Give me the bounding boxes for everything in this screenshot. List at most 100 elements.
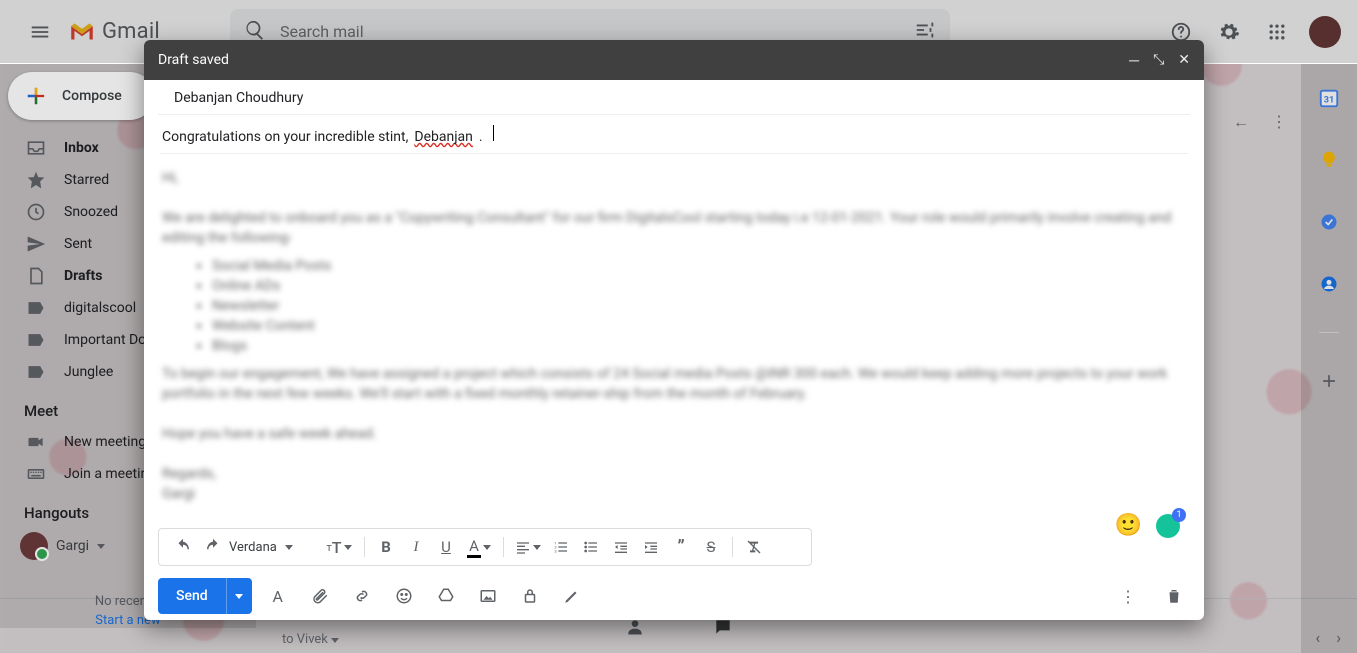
compose-body-blurred-content: Hi, We are delighted to onboard you as a…: [162, 168, 1186, 504]
calendar-addon[interactable]: 31: [1309, 78, 1349, 118]
contacts-addon[interactable]: [1309, 264, 1349, 304]
compose-dialog-title: Draft saved: [158, 52, 229, 68]
send-icon: [26, 234, 46, 254]
bulleted-list-button[interactable]: [577, 533, 605, 561]
sidebar-item-label: Sent: [64, 236, 92, 252]
strikethrough-button[interactable]: S: [697, 533, 725, 561]
account-avatar[interactable]: [1309, 16, 1341, 48]
close-button[interactable]: ✕: [1178, 52, 1190, 69]
redo-button[interactable]: [199, 533, 227, 561]
keep-addon[interactable]: [1309, 140, 1349, 180]
search-input[interactable]: [280, 22, 914, 41]
strikethrough-icon: S: [707, 538, 716, 556]
formatting-toolbar: Verdana тT B I U A 123 ” S: [158, 528, 812, 566]
subject-text-suffix: .: [479, 129, 483, 145]
numbered-list-icon: 123: [553, 539, 569, 555]
undo-icon: [174, 538, 192, 556]
inbox-icon: [26, 138, 46, 158]
grammarly-button[interactable]: [1156, 514, 1180, 538]
indent-more-button[interactable]: [637, 533, 665, 561]
insert-emoji-toolbar-button[interactable]: [388, 580, 420, 612]
remove-format-icon: [746, 539, 762, 555]
label-icon: [26, 298, 46, 318]
main-menu-button[interactable]: [16, 8, 64, 56]
label-icon: [26, 330, 46, 350]
keep-icon: [1319, 150, 1339, 170]
text-color-icon: A: [467, 537, 481, 558]
clock-icon: [26, 202, 46, 222]
font-family-select[interactable]: Verdana: [229, 540, 319, 555]
align-icon: [515, 539, 531, 555]
indent-less-button[interactable]: [607, 533, 635, 561]
insert-emoji-button[interactable]: 🙂: [1115, 513, 1142, 538]
quote-button[interactable]: ”: [667, 533, 695, 561]
google-apps-button[interactable]: [1257, 12, 1297, 52]
numbered-list-button[interactable]: 123: [547, 533, 575, 561]
get-addons-button[interactable]: [1309, 361, 1349, 401]
compose-plus-icon: [22, 82, 50, 110]
sidebar-item-label: digitalscool: [64, 300, 136, 316]
lock-clock-icon: [521, 587, 539, 605]
toggle-formatting-button[interactable]: A: [262, 580, 294, 612]
font-size-button[interactable]: тT: [321, 533, 357, 561]
settings-button[interactable]: [1209, 12, 1249, 52]
file-icon: [26, 266, 46, 286]
attach-file-button[interactable]: [304, 580, 336, 612]
background-recipient-line: to Vivek: [282, 632, 339, 647]
hangouts-user-name: Gargi: [56, 538, 89, 554]
svg-text:31: 31: [1324, 96, 1335, 106]
compose-dialog-header[interactable]: Draft saved ─ ⤡ ✕: [144, 40, 1204, 80]
compose-more-options-button[interactable]: ⋮: [1112, 580, 1144, 612]
sidebar-item-label: Important Do…: [64, 332, 156, 348]
insert-drive-button[interactable]: [430, 580, 462, 612]
indent-more-icon: [643, 539, 659, 555]
send-button[interactable]: Send: [158, 578, 226, 614]
calendar-icon: 31: [1318, 87, 1340, 109]
italic-button[interactable]: I: [402, 533, 430, 561]
compose-button[interactable]: Compose: [8, 72, 154, 120]
bold-button[interactable]: B: [372, 533, 400, 561]
align-button[interactable]: [511, 533, 545, 561]
label-icon: [26, 362, 46, 382]
trash-icon: [1165, 587, 1183, 605]
link-icon: [353, 587, 371, 605]
remove-formatting-button[interactable]: [740, 533, 768, 561]
undo-button[interactable]: [169, 533, 197, 561]
compose-to-field[interactable]: Debanjan Choudhury: [158, 80, 1190, 115]
insert-signature-button[interactable]: [556, 580, 588, 612]
send-options-button[interactable]: [226, 578, 252, 614]
sidebar-item-label: Drafts: [64, 268, 102, 284]
underline-button[interactable]: U: [432, 533, 460, 561]
compose-body[interactable]: Hi, We are delighted to onboard you as a…: [144, 154, 1204, 528]
compose-label: Compose: [62, 88, 122, 104]
compose-subject-field[interactable]: Congratulations on your incredible stint…: [160, 115, 1188, 154]
compose-action-bar: Send A ⋮: [144, 572, 1204, 620]
underline-icon: U: [441, 538, 451, 556]
emoji-icon: [395, 587, 413, 605]
sidebar-item-label: Starred: [64, 172, 109, 188]
indent-less-icon: [613, 539, 629, 555]
subject-text-prefix: Congratulations on your incredible stint…: [162, 129, 408, 145]
compose-dialog: Draft saved ─ ⤡ ✕ Debanjan Choudhury Con…: [144, 40, 1204, 620]
bulleted-list-icon: [583, 539, 599, 555]
pen-icon: [563, 587, 581, 605]
subject-text-name: Debanjan: [414, 129, 473, 145]
toggle-fullscreen-button[interactable]: ⤡: [1153, 52, 1164, 69]
bold-icon: B: [381, 538, 391, 556]
tasks-addon[interactable]: [1309, 202, 1349, 242]
hamburger-icon: [29, 21, 51, 43]
quote-icon: ”: [677, 537, 684, 558]
discard-draft-button[interactable]: [1158, 580, 1190, 612]
formatting-a-icon: A: [272, 587, 282, 606]
text-color-button[interactable]: A: [462, 533, 496, 561]
chevron-down-icon: [97, 544, 105, 549]
insert-link-button[interactable]: [346, 580, 378, 612]
minimize-button[interactable]: ─: [1129, 52, 1139, 69]
gear-icon: [1218, 21, 1240, 43]
star-icon: [26, 170, 46, 190]
kebab-icon: ⋮: [1120, 587, 1136, 606]
sidebar-item-label: Junglee: [64, 364, 113, 380]
insert-photo-button[interactable]: [472, 580, 504, 612]
paperclip-icon: [311, 587, 329, 605]
confidential-mode-button[interactable]: [514, 580, 546, 612]
